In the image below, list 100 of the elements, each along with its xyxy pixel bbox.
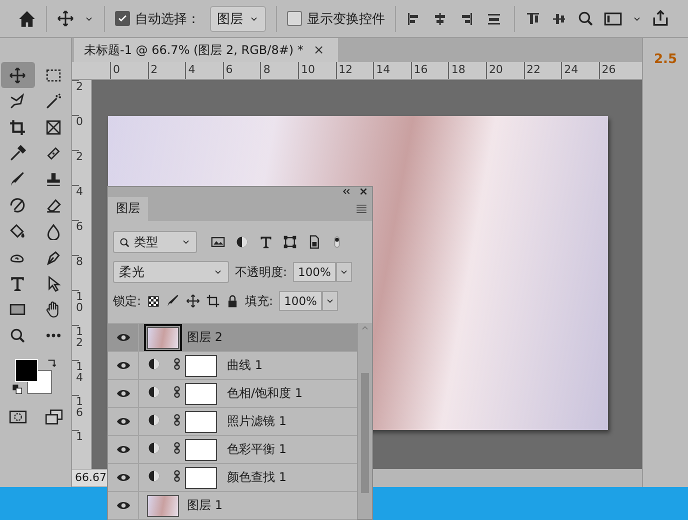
move-icon[interactable] <box>57 10 74 27</box>
marquee-icon <box>45 66 62 84</box>
layer-name: 曲线 1 <box>227 357 262 374</box>
eye-icon[interactable] <box>116 361 130 370</box>
checkmark-icon <box>117 13 128 24</box>
layer-mask-thumbnail <box>185 382 217 404</box>
layer-thumbnail <box>147 326 179 348</box>
image-filter-icon[interactable] <box>211 235 225 249</box>
document-tab[interactable]: 未标题-1 @ 66.7% (图层 2, RGB/8#) * × <box>74 38 338 62</box>
eye-icon[interactable] <box>116 389 130 398</box>
search-icon[interactable] <box>577 10 594 27</box>
chain-icon <box>171 440 183 456</box>
brush-icon <box>9 170 26 188</box>
align-top-icon[interactable] <box>525 10 541 26</box>
layer-dropdown[interactable]: 图层 <box>210 6 266 32</box>
lock-transparency-icon[interactable] <box>147 294 160 308</box>
eye-icon[interactable] <box>116 417 130 426</box>
lasso-icon <box>9 92 26 110</box>
checkbox-label: 自动选择： <box>135 10 200 28</box>
quick-mask-icon[interactable] <box>8 408 28 426</box>
checkbox-label: 显示变换控件 <box>307 10 385 28</box>
layer-row[interactable]: 照片滤镜 1 <box>108 407 357 436</box>
eye-icon[interactable] <box>116 445 130 454</box>
checkbox[interactable] <box>287 11 302 26</box>
ruler-label: 26 <box>598 62 636 79</box>
layer-mask-thumbnail <box>185 354 217 376</box>
workspace-icon[interactable] <box>604 10 622 28</box>
search-icon <box>119 236 130 248</box>
smart-object-filter-icon[interactable] <box>307 235 321 249</box>
type-filter-icon[interactable] <box>259 235 273 249</box>
eyedropper-icon <box>9 144 26 162</box>
layer-name: 色彩平衡 1 <box>227 441 286 458</box>
layer-row[interactable]: 颜色查找 1 <box>108 463 357 492</box>
adjustment-icon <box>147 441 161 455</box>
bandage-icon <box>45 144 62 162</box>
checkbox[interactable] <box>115 11 130 26</box>
ruler-label: 18 <box>448 62 486 79</box>
lock-artboard-icon[interactable] <box>206 294 220 308</box>
ruler-label: 8 <box>260 62 298 79</box>
pen-icon <box>45 248 62 266</box>
layer-name: 图层 2 <box>187 329 222 346</box>
adjustment-icon <box>147 385 161 399</box>
lock-pixels-icon[interactable] <box>166 294 180 308</box>
ruler-label: 6 <box>222 62 260 79</box>
layer-row[interactable]: 色相/饱和度 1 <box>108 379 357 408</box>
layer-thumbnail <box>147 494 179 516</box>
screen-mode-icon[interactable] <box>44 408 64 426</box>
magic-wand-icon <box>45 92 62 110</box>
move-icon <box>9 66 26 84</box>
layer-mask-thumbnail <box>185 438 217 460</box>
ruler-label: 0 <box>110 62 148 79</box>
stamp-icon <box>45 170 62 188</box>
lock-label: 锁定: <box>113 292 142 310</box>
chain-icon <box>171 384 183 400</box>
ruler-label: 14 <box>373 62 411 79</box>
default-colors-icon[interactable] <box>12 384 22 395</box>
eye-icon[interactable] <box>116 501 130 510</box>
layer-row[interactable]: 图层 2 <box>108 323 357 352</box>
frame-icon <box>45 118 62 136</box>
layer-name: 照片滤镜 1 <box>227 413 286 430</box>
scrollbar-thumb[interactable] <box>361 373 369 493</box>
ruler-label: 20 <box>486 62 524 79</box>
home-icon[interactable] <box>18 10 36 28</box>
adjustment-filter-icon[interactable] <box>235 235 249 249</box>
ruler-label: 22 <box>524 62 562 79</box>
ruler-label: 4 <box>185 62 223 79</box>
menu-icon[interactable] <box>355 202 368 216</box>
ruler-label: 24 <box>561 62 599 79</box>
adjustment-icon <box>147 413 161 427</box>
fill-field[interactable]: 100% <box>279 291 322 311</box>
color-swatches-drawing[interactable] <box>14 359 52 394</box>
zoom-level[interactable]: 66.67 <box>72 470 110 486</box>
lock-position-icon[interactable] <box>186 294 200 308</box>
lock-icon[interactable] <box>226 294 240 308</box>
chain-icon <box>171 412 183 428</box>
tool-button[interactable] <box>0 62 34 88</box>
layer-row[interactable]: 图层 1 <box>108 491 357 520</box>
chain-icon <box>171 468 183 484</box>
shape-filter-icon[interactable] <box>283 235 297 249</box>
align-center-icon[interactable] <box>432 10 448 26</box>
opacity-field[interactable]: 100% <box>293 262 336 282</box>
layer-row[interactable]: 曲线 1 <box>108 351 357 380</box>
eye-icon[interactable] <box>116 473 130 482</box>
layer-name: 色相/饱和度 1 <box>227 385 302 402</box>
layer-mask-thumbnail <box>185 466 217 488</box>
close-icon[interactable]: × <box>313 42 324 58</box>
share-icon[interactable] <box>652 10 669 27</box>
opacity-label: 不透明度: <box>235 264 288 280</box>
panel-value: 2.5 <box>654 52 678 67</box>
layer-row[interactable]: 色彩平衡 1 <box>108 435 357 464</box>
layers-tab[interactable]: 图层 <box>108 196 148 221</box>
zoom-icon <box>9 326 26 344</box>
filter-dropdown[interactable]: 类型 <box>113 231 197 253</box>
collapse-icon[interactable] <box>342 187 351 196</box>
swap-arrow-icon[interactable] <box>46 358 58 370</box>
eye-icon[interactable] <box>116 333 130 342</box>
blend-mode-dropdown[interactable]: 柔光 <box>113 261 229 283</box>
ruler-label: 12 <box>336 62 374 79</box>
paint-bucket-icon <box>9 222 26 240</box>
close-icon[interactable] <box>359 187 368 196</box>
